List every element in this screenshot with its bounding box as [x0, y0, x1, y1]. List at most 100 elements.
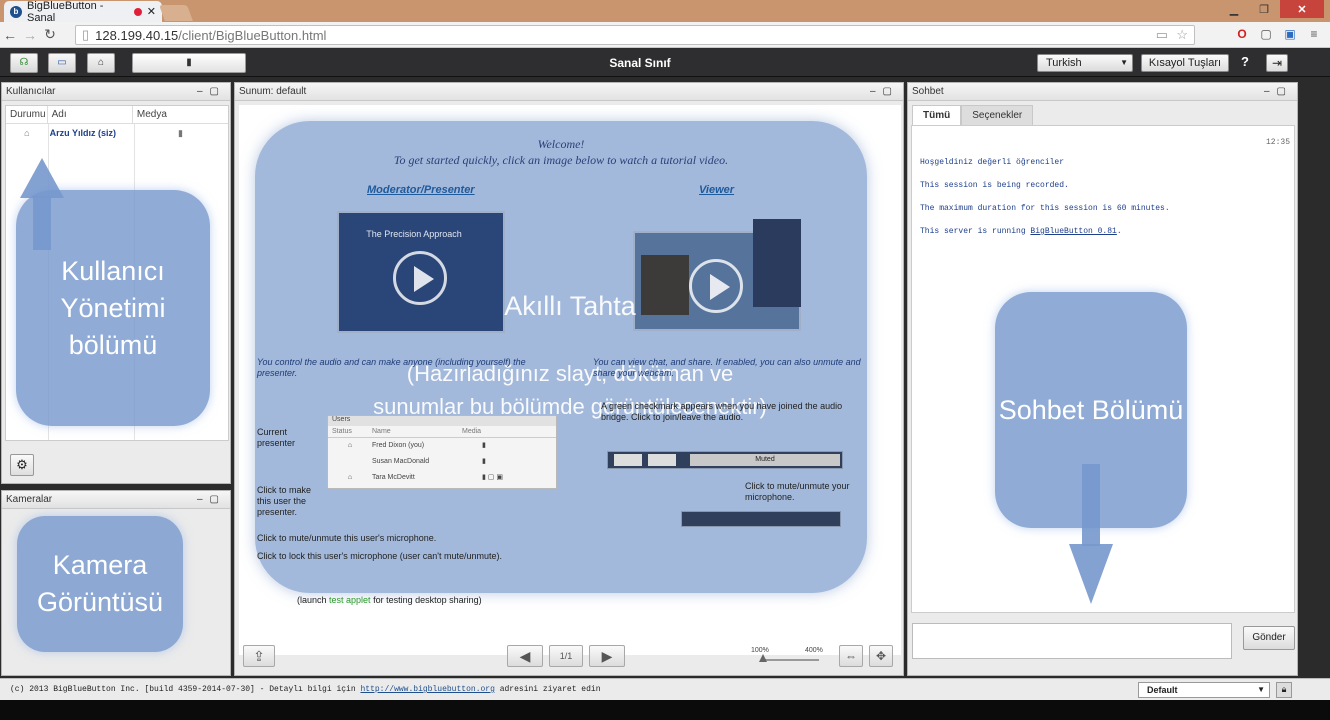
current-presenter-label: Current presenter	[257, 427, 296, 448]
name-column-header[interactable]: Adı	[48, 106, 133, 123]
bigbluebutton-link[interactable]: BigBlueButton 0.81	[1030, 227, 1116, 236]
page-indicator[interactable]: 1/1	[549, 645, 583, 667]
bookmark-star-icon[interactable]: ☆	[1176, 27, 1188, 43]
extension-screen-icon[interactable]: ▣	[1282, 26, 1298, 42]
browser-tab[interactable]: b BigBlueButton - Sanal ✕	[4, 0, 162, 24]
send-button[interactable]: Gönder	[1243, 626, 1295, 650]
arrow-down-icon	[1069, 544, 1113, 604]
back-icon[interactable]: ←	[0, 27, 20, 43]
copyright-text: (c) 2013 BigBlueButton Inc. [build 4359-…	[10, 685, 361, 694]
fit-width-icon: ⇔	[845, 649, 857, 663]
language-select[interactable]: Turkish ▼	[1037, 54, 1133, 72]
close-window-icon[interactable]: ✕	[1280, 0, 1324, 18]
zoom-slider[interactable]	[759, 654, 819, 662]
tab-options[interactable]: Seçenekler	[961, 105, 1034, 125]
launch-suffix: for testing desktop sharing)	[370, 595, 482, 605]
new-tab-button[interactable]	[159, 5, 193, 21]
media-column-header[interactable]: Medya	[133, 106, 228, 123]
webcam-icon: ⌂	[97, 57, 105, 68]
chat-input[interactable]	[912, 623, 1232, 659]
upload-presentation-button[interactable]: ⇪	[243, 645, 275, 667]
user-microphone-icon[interactable]: ▮	[133, 124, 228, 142]
share-webcam-button[interactable]: ⌂	[87, 53, 115, 73]
minimize-window-icon[interactable]: ▁	[1220, 0, 1248, 18]
forward-icon[interactable]: →	[20, 27, 40, 43]
user-settings-button[interactable]: ⚙	[10, 454, 34, 476]
fit-page-button[interactable]: ✥	[869, 645, 893, 667]
user-row[interactable]: ⌂ Arzu Yıldız (siz) ▮	[6, 124, 228, 142]
callout-arrow-down-icon	[1082, 464, 1100, 546]
join-audio-button[interactable]: ☊	[10, 53, 38, 73]
help-button[interactable]: ?	[1237, 54, 1253, 72]
desktop-share-icon: ▭	[57, 57, 67, 68]
layout-select[interactable]: Default ▼	[1138, 682, 1270, 698]
make-presenter-label: Click to make this user the presenter.	[257, 485, 312, 517]
lock-layout-icon[interactable]: 🔒︎	[1276, 682, 1292, 698]
zoom-slider-handle[interactable]	[759, 654, 767, 662]
chat-message: This server is running BigBlueButton 0.8…	[920, 227, 1122, 236]
logout-button[interactable]: ⇥	[1266, 54, 1288, 72]
window-controls: ▁ ❐ ✕	[1220, 0, 1324, 18]
opera-icon[interactable]: O	[1234, 26, 1250, 42]
panel-window-controls[interactable]: –▢	[870, 83, 899, 101]
chevron-down-icon: ▼	[1120, 58, 1128, 67]
presenter-status-icon[interactable]: ⌂	[6, 124, 48, 142]
previous-slide-button[interactable]: ◀	[507, 645, 543, 667]
page-icon: ▯	[82, 27, 90, 42]
sample-headset-icon	[614, 454, 642, 466]
panel-window-controls[interactable]: –▢	[197, 83, 226, 101]
microphone-icon: ▮	[186, 57, 192, 68]
panel-window-controls[interactable]: –▢	[197, 491, 226, 509]
sample-user-row: ⌂ Tara McDevitt ▮ ▢ ▣	[328, 470, 556, 486]
fit-width-button[interactable]: ⇔	[839, 645, 863, 667]
whiteboard-overlay: Welcome! To get started quickly, click a…	[255, 121, 867, 593]
language-value: Turkish	[1046, 57, 1082, 69]
chat-message: The maximum duration for this session is…	[920, 204, 1170, 213]
sample-name-header: Name	[372, 428, 391, 435]
sample-status-header: Status	[332, 428, 352, 435]
panel-window-controls[interactable]: –▢	[1264, 83, 1293, 101]
viewer-instructions: You can view chat, and share. If enabled…	[593, 357, 861, 378]
checkmark-instructions: A green checkmark appears when you have …	[601, 401, 843, 422]
url-input[interactable]: ▯ 128.199.40.15/client/BigBlueButton.htm…	[75, 25, 1195, 45]
gear-icon: ⚙	[16, 457, 28, 472]
cast-icon[interactable]: ▭	[1156, 27, 1168, 43]
cameras-panel-title: Kameralar	[6, 494, 53, 505]
footer: (c) 2013 BigBlueButton Inc. [build 4359-…	[0, 678, 1330, 700]
chevron-down-icon: ▼	[1257, 685, 1265, 694]
bigbluebutton-favicon-icon: b	[10, 5, 22, 18]
tab-close-icon[interactable]: ✕	[147, 5, 156, 18]
sample-user-name: Susan MacDonald	[372, 458, 430, 465]
presentation-panel-title: Sunum: default	[239, 86, 307, 97]
bottom-bar	[0, 700, 1330, 720]
viewer-tutorial-link[interactable]: Viewer	[699, 184, 734, 196]
sample-users-title: Users	[328, 416, 556, 426]
microphone-volume-button[interactable]: ▮	[132, 53, 246, 73]
app-toolbar: ☊ ▭ ⌂ ▮ Sanal Sınıf Turkish ▼ Kısayol Tuş…	[0, 49, 1330, 77]
status-column-header[interactable]: Durumu	[6, 106, 48, 123]
moderator-tutorial-link[interactable]: Moderator/Presenter	[367, 184, 475, 196]
tab-all[interactable]: Tümü	[912, 105, 962, 125]
arrow-right-icon: ▶	[601, 648, 613, 664]
reload-icon[interactable]: ↻	[40, 26, 60, 43]
share-desktop-button[interactable]: ▭	[48, 53, 76, 73]
restore-window-icon[interactable]: ❐	[1250, 0, 1278, 18]
shortcuts-button[interactable]: Kısayol Tuşları	[1141, 54, 1229, 72]
server-prefix: This server is running	[920, 227, 1031, 236]
launch-prefix: (launch	[297, 595, 330, 605]
users-panel-title: Kullanıcılar	[6, 86, 56, 97]
footer-suffix: adresini ziyaret edin	[494, 685, 601, 694]
test-applet-link[interactable]: test applet	[329, 595, 371, 605]
arrow-up-icon	[20, 158, 64, 198]
bigbluebutton-website-link[interactable]: http://www.bigbluebutton.org	[360, 685, 494, 694]
sample-toolbar: Muted	[607, 451, 843, 469]
extension-square-icon[interactable]: ▢	[1258, 26, 1274, 42]
cameras-panel-header: Kameralar –▢	[2, 491, 230, 509]
next-slide-button[interactable]: ▶	[589, 645, 625, 667]
chat-panel-title: Sohbet	[912, 86, 944, 97]
arrow-left-icon: ◀	[519, 648, 531, 664]
whiteboard-title: Akıllı Tahta	[504, 291, 636, 321]
menu-icon[interactable]: ≡	[1306, 26, 1322, 42]
slide-area: Welcome! To get started quickly, click a…	[239, 105, 901, 655]
sample-muted-label: Muted	[690, 454, 840, 466]
